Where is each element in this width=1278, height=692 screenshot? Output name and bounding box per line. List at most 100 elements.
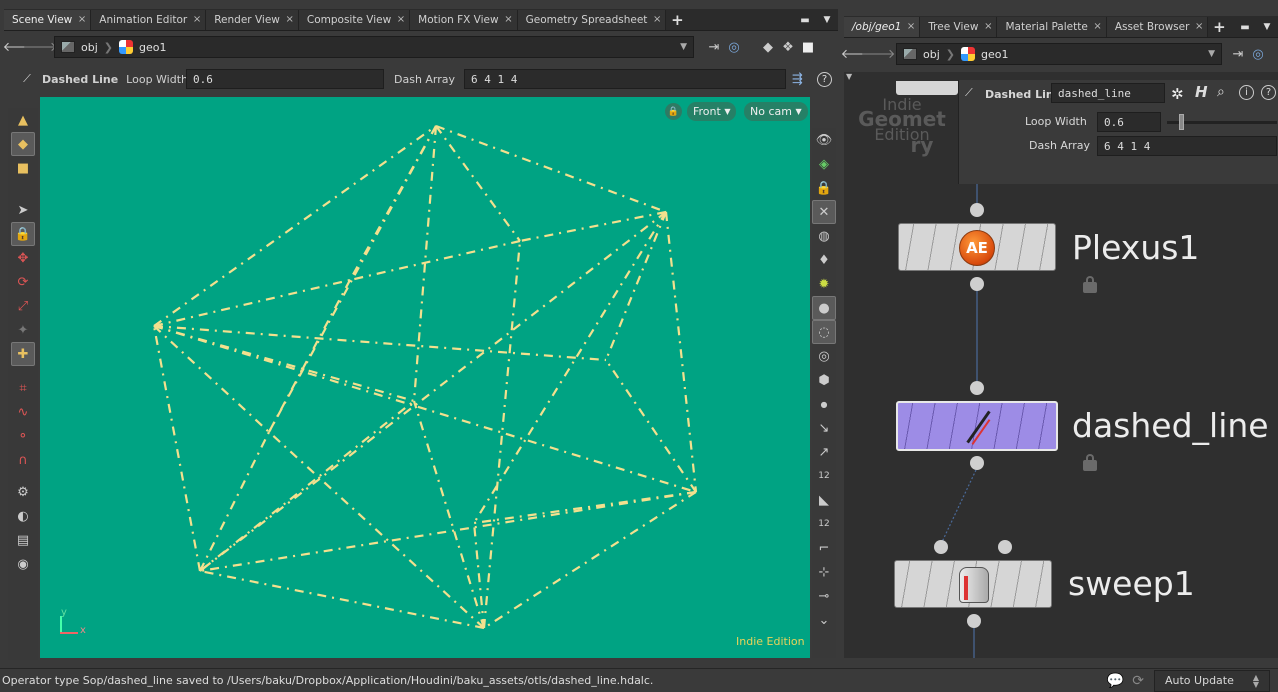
maximize-pane-icon[interactable]: ▬ [1234, 17, 1256, 37]
handle-icon[interactable]: ✚ [11, 342, 35, 366]
prim-numbers-icon[interactable]: 12 [812, 512, 836, 536]
tab-composite-view[interactable]: Composite View × [298, 10, 411, 30]
dash-array-field[interactable]: 6 4 1 4 [464, 69, 786, 89]
close-icon[interactable]: × [285, 14, 293, 25]
input-connector[interactable] [970, 381, 984, 395]
pointer-icon[interactable]: ➤ [11, 198, 35, 222]
select-objects-icon[interactable]: ▲ [11, 108, 35, 132]
viewport[interactable]: 🔒 Front ▼ No cam ▼ Indie Edition y x [40, 97, 810, 658]
breadcrumb-obj[interactable]: obj [81, 41, 98, 54]
viewport-layout-icon[interactable]: ■ [798, 37, 818, 57]
node-label-sweep1[interactable]: sweep1 [1068, 564, 1195, 603]
geometry-display-icon[interactable]: ◆ [758, 37, 778, 57]
tab-network-obj-geo1[interactable]: /obj/geo1 × [844, 17, 921, 37]
handle-options-icon[interactable]: ⊸ [812, 584, 836, 608]
pane-menu-icon[interactable]: ▼ [816, 10, 838, 30]
chevron-down-icon[interactable]: ▼ [1208, 49, 1215, 59]
close-icon[interactable]: × [1195, 21, 1203, 32]
input-connector[interactable] [934, 540, 948, 554]
magnet-icon[interactable]: ∩ [11, 448, 35, 472]
maximize-pane-icon[interactable]: ▬ [794, 10, 816, 30]
flipbook-icon[interactable]: ▤ [11, 528, 35, 552]
output-connector[interactable] [970, 456, 984, 470]
wireframe-icon[interactable]: ◌ [812, 320, 836, 344]
snap-icon[interactable]: ⊹ [812, 560, 836, 584]
display-points-icon[interactable]: ✕ [812, 200, 836, 224]
tab-scene-view[interactable]: Scene View × [4, 10, 92, 30]
select-dynamics-icon[interactable]: ■ [11, 156, 35, 180]
ghost-icon[interactable]: ◈ [812, 152, 836, 176]
lock-icon[interactable]: 🔒 [812, 176, 836, 200]
input-connector[interactable] [970, 203, 984, 217]
snap-point-icon[interactable]: ⚬ [11, 424, 35, 448]
output-connector[interactable] [967, 614, 981, 628]
help-icon[interactable]: ? [817, 71, 832, 87]
close-icon[interactable]: × [653, 14, 661, 25]
normal-icon[interactable]: ↘ [812, 416, 836, 440]
forward-arrow-icon[interactable]: 🡒 [861, 44, 896, 64]
close-icon[interactable]: × [397, 14, 405, 25]
snap-grid-icon[interactable]: ⌗ [11, 376, 35, 400]
scale-icon[interactable]: ⤢ [11, 294, 35, 318]
close-icon[interactable]: × [193, 14, 201, 25]
snap-curve-icon[interactable]: ∿ [11, 400, 35, 424]
link-icon[interactable]: ◎ [724, 37, 744, 57]
transform-icon[interactable]: ✥ [11, 246, 35, 270]
tab-tree-view[interactable]: Tree View × [920, 17, 998, 37]
lock-select-icon[interactable]: 🔒 [11, 222, 35, 246]
view-menu[interactable]: Front ▼ [687, 102, 737, 121]
breadcrumb-geo1[interactable]: geo1 [139, 41, 166, 54]
lock-icon[interactable] [1080, 274, 1100, 294]
chevron-down-icon[interactable]: ⌄ [812, 608, 836, 632]
vector-icon[interactable]: ↗ [812, 440, 836, 464]
forward-arrow-icon[interactable]: 🡒 [23, 37, 58, 57]
tab-asset-browser[interactable]: Asset Browser × [1106, 17, 1209, 37]
tool-options-icon[interactable]: ⇶ [792, 72, 803, 87]
output-connector[interactable] [970, 277, 984, 291]
select-geometry-icon[interactable]: ◆ [11, 132, 35, 156]
close-icon[interactable]: × [907, 21, 915, 32]
refresh-icon[interactable]: ⟳ [1132, 673, 1144, 689]
display-options-icon[interactable]: ❖ [778, 37, 798, 57]
tab-motion-fx-view[interactable]: Motion FX View × [410, 10, 518, 30]
eye-icon[interactable]: 👁 [812, 128, 836, 152]
headlight-icon[interactable]: ✹ [812, 272, 836, 296]
input-connector[interactable] [998, 540, 1012, 554]
point-numbers-icon[interactable]: 12 [812, 464, 836, 488]
add-tab-icon[interactable]: + [666, 10, 688, 30]
tab-render-view[interactable]: Render View × [206, 10, 299, 30]
add-tab-icon[interactable]: + [1208, 17, 1230, 37]
ghost-other-icon[interactable]: ◎ [812, 344, 836, 368]
update-mode-menu[interactable]: Auto Update ▲ ▼ [1154, 669, 1270, 692]
tab-geometry-spreadsheet[interactable]: Geometry Spreadsheet × [517, 10, 667, 30]
shaded-icon[interactable]: ● [812, 296, 836, 320]
breadcrumb-geo1[interactable]: geo1 [981, 48, 1008, 61]
chevron-down-icon[interactable]: ▼ [680, 42, 687, 52]
network-editor[interactable]: ▼ Indie Geomet Edition ry ⟋ Dashed Line … [844, 72, 1278, 658]
pin-icon[interactable]: ⇥ [1228, 44, 1248, 64]
pin-icon[interactable]: ⇥ [704, 37, 724, 57]
point-icon[interactable]: ● [812, 392, 836, 416]
close-icon[interactable]: × [504, 14, 512, 25]
loop-width-field[interactable]: 0.6 [186, 69, 384, 89]
render-icon[interactable]: ◐ [11, 504, 35, 528]
rotate-icon[interactable]: ⟳ [11, 270, 35, 294]
node-label-plexus1[interactable]: Plexus1 [1072, 228, 1199, 267]
camera-menu[interactable]: No cam ▼ [744, 102, 808, 121]
node-sweep1[interactable] [894, 560, 1052, 608]
breadcrumb[interactable]: obj ❯ geo1 ▼ [896, 43, 1222, 65]
pose-icon[interactable]: ✦ [11, 318, 35, 342]
camera-icon[interactable]: ◉ [11, 552, 35, 576]
node-dashed-line[interactable] [896, 401, 1058, 451]
prim-icon[interactable]: ◣ [812, 488, 836, 512]
tab-animation-editor[interactable]: Animation Editor × [91, 10, 207, 30]
lock-icon[interactable] [1080, 452, 1100, 472]
link-icon[interactable]: ◎ [1248, 44, 1268, 64]
close-icon[interactable]: × [984, 21, 992, 32]
background-icon[interactable]: ◍ [812, 224, 836, 248]
light-icon[interactable]: ♦ [812, 248, 836, 272]
bounds-icon[interactable]: ⬢ [812, 368, 836, 392]
tab-material-palette[interactable]: Material Palette × [997, 17, 1107, 37]
breadcrumb[interactable]: obj ❯ geo1 ▼ [54, 36, 694, 58]
close-icon[interactable]: × [78, 14, 86, 25]
